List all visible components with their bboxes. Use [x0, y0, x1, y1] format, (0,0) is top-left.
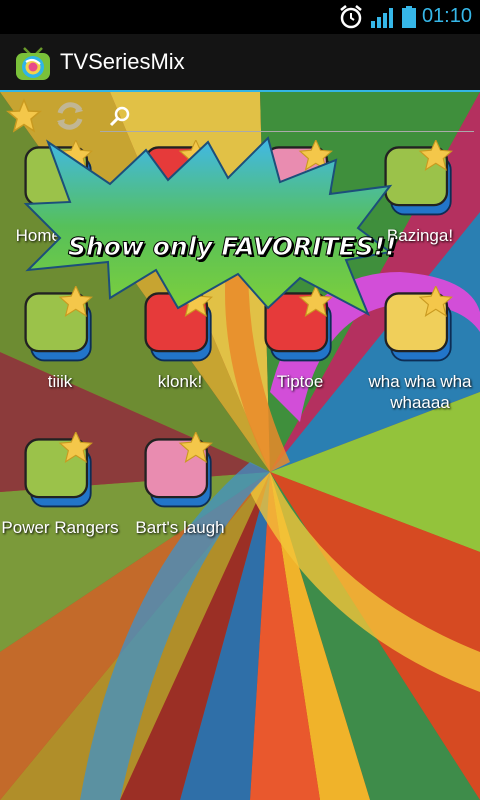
sound-item[interactable]: Power Rangers — [0, 430, 120, 538]
sound-label: wha wha wha whaaaa — [368, 372, 472, 412]
sound-label: Power Rangers — [1, 518, 119, 537]
refresh-icon[interactable] — [52, 98, 88, 134]
tooltip-burst-shape — [23, 136, 393, 317]
favorites-tooltip: Show only FAVORITES!! — [18, 132, 398, 317]
alarm-icon — [340, 5, 362, 29]
status-bar: 01:10 — [0, 0, 480, 34]
sound-label: klonk! — [157, 372, 203, 391]
tooltip-text: Show only FAVORITES!! — [67, 232, 397, 262]
sound-button-icon[interactable] — [20, 430, 100, 512]
sound-label: Bart's laugh — [135, 518, 225, 537]
search-box — [100, 98, 474, 134]
signal-icon — [371, 8, 393, 28]
favorites-filter-star-icon[interactable] — [6, 98, 42, 134]
app-title: TVSeriesMix — [60, 49, 185, 74]
sound-item[interactable]: Bart's laugh — [120, 430, 240, 538]
action-bar: TVSeriesMix — [0, 34, 480, 92]
content-area: Homer do......ink pi...Bazinga!tiiikklon… — [0, 92, 480, 800]
search-icon — [109, 106, 130, 127]
sound-button-icon[interactable] — [140, 430, 220, 512]
search-input[interactable] — [136, 102, 460, 130]
sound-label: tiiik — [47, 372, 73, 391]
battery-icon — [402, 6, 416, 28]
sound-label: Tiptoe — [276, 372, 324, 391]
status-time: 01:10 — [421, 5, 472, 27]
app-logo-icon — [16, 47, 50, 80]
